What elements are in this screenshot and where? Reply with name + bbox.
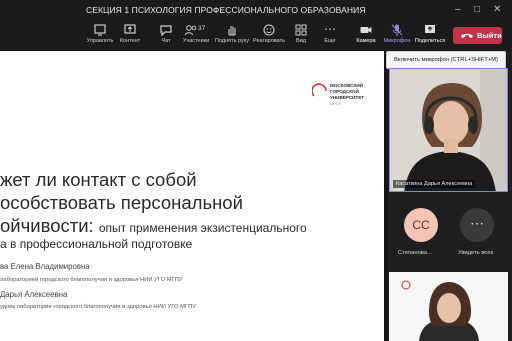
leave-button[interactable]: Выйти: [453, 27, 502, 44]
content-icon: [124, 24, 136, 34]
logo-line-2: ГОРОДСКОЙ: [330, 89, 359, 94]
see-all-label: Увидеть всех: [458, 250, 494, 256]
participants-label: Участники: [182, 38, 210, 44]
slide-title-line-3: ойчивости: опыт применения экзистенциаль…: [0, 215, 307, 237]
slide-title-line-1: жет ли контакт с собой: [0, 169, 197, 190]
more-dots-icon: ⋯: [470, 215, 484, 231]
shared-slide: МОСКОВСКИЙ ГОРОДСКОЙ УНИВЕРСИТЕТ МГПУ же…: [0, 51, 384, 341]
meeting-toolbar: Управлять Контент Чат 37 Участники Подня…: [0, 22, 512, 51]
grid-icon: [295, 24, 307, 36]
mic-tooltip: Включить микрофон (CTRL+SHIFT+M): [386, 51, 506, 69]
participant-name: Касаткина Дарья Алексеевна: [393, 180, 476, 188]
logo-line-1: МОСКОВСКИЙ: [330, 83, 363, 88]
restore-icon[interactable]: □: [474, 4, 480, 16]
slide-subtitle-line-2: а в профессиональной подготовке: [0, 237, 193, 251]
author-2-affiliation: удник лаборатории городского благополучи…: [0, 304, 196, 310]
university-logo: МОСКОВСКИЙ ГОРОДСКОЙ УНИВЕРСИТЕТ МГПУ: [312, 80, 372, 120]
camera-icon: [360, 27, 372, 33]
participant-avatar-label: Степанова...: [398, 250, 432, 256]
share-label: Поделиться: [414, 38, 446, 44]
participants-button[interactable]: 37 Участники: [176, 23, 216, 45]
participant-video-image: [390, 69, 507, 191]
content-button[interactable]: Контент: [110, 23, 150, 45]
leave-label: Выйти: [477, 31, 502, 40]
participant-video-image-2: [389, 272, 508, 341]
chat-icon: [160, 25, 172, 37]
send-icon: [94, 24, 106, 36]
see-all-button[interactable]: ⋯: [460, 208, 494, 242]
mic-off-icon: [391, 24, 403, 36]
more-icon: ⋯: [324, 22, 336, 36]
close-icon[interactable]: ✕: [493, 4, 501, 16]
smile-icon: [263, 24, 275, 36]
share-icon: [425, 25, 435, 33]
author-2-name: Дарья Алексеевна: [0, 290, 68, 299]
title-bar: СЕКЦИЯ 1 ПСИХОЛОГИЯ ПРОФЕССИОНАЛЬНОГО ОБ…: [0, 0, 512, 22]
share-button[interactable]: Поделиться: [410, 23, 450, 45]
logo-line-3: УНИВЕРСИТЕТ: [330, 95, 365, 100]
people-icon: [185, 25, 197, 36]
raise-hand-button[interactable]: Поднять руку: [212, 23, 252, 45]
more-button[interactable]: ⋯ Еще: [310, 23, 350, 45]
phone-hangup-icon: [461, 33, 473, 38]
more-label: Еще: [324, 38, 336, 44]
logo-line-4: МГПУ: [330, 101, 341, 106]
slide-subtitle-line-1: опыт применения экзистенциального: [98, 221, 307, 235]
logo-arc-icon: [312, 83, 327, 97]
participant-video-tile-2[interactable]: [389, 272, 508, 341]
slide-title-line-3-main: ойчивости:: [0, 215, 94, 236]
slide-title-line-2: особствовать персональной: [0, 192, 243, 213]
participants-count: 37: [198, 25, 206, 32]
minimize-icon[interactable]: –: [455, 4, 461, 16]
raise-hand-label: Поднять руку: [215, 38, 249, 44]
participant-avatar[interactable]: СС: [404, 208, 438, 242]
participant-video-tile[interactable]: Касаткина Дарья Алексеевна: [389, 68, 508, 192]
meeting-title: СЕКЦИЯ 1 ПСИХОЛОГИЯ ПРОФЕССИОНАЛЬНОГО ОБ…: [86, 5, 366, 15]
hand-icon: [228, 26, 236, 36]
author-1-affiliation: лабораторией городского благополучия и з…: [0, 277, 183, 283]
content-label: Контент: [119, 38, 141, 44]
author-1-name: ва Елена Владимировна: [0, 262, 90, 271]
